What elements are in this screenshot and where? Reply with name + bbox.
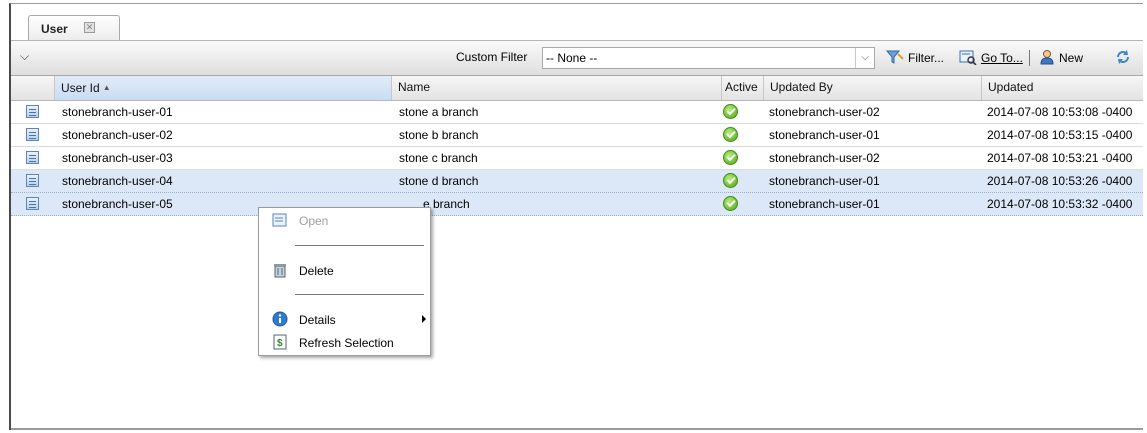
refresh-button[interactable] xyxy=(1115,49,1131,65)
menu-separator xyxy=(295,294,424,295)
cell-updated: 2014-07-08 10:53:15 -0400 xyxy=(987,128,1133,142)
delete-icon xyxy=(272,262,288,278)
menu-item-details-label: Details xyxy=(299,313,336,327)
menu-item-refresh-selection-label: Refresh Selection xyxy=(299,336,394,350)
menu-item-details[interactable]: Details xyxy=(259,311,430,331)
cell-user-id: stonebranch-user-03 xyxy=(62,151,173,165)
record-icon[interactable] xyxy=(26,197,39,210)
active-check-icon xyxy=(723,104,738,119)
header-active[interactable]: Active xyxy=(722,76,764,100)
info-icon xyxy=(272,311,288,327)
menu-item-delete[interactable]: Delete xyxy=(259,262,430,282)
refresh-selection-icon: $ xyxy=(272,334,288,350)
tab-strip: User ✕ xyxy=(11,4,1143,41)
cell-updated-by: stonebranch-user-02 xyxy=(769,105,880,119)
cell-updated: 2014-07-08 10:53:26 -0400 xyxy=(987,174,1133,188)
cell-name: stone a branch xyxy=(399,105,479,119)
dropdown-arrow-icon[interactable]: ⌵ xyxy=(855,48,874,68)
cell-user-id: stonebranch-user-04 xyxy=(62,174,173,188)
record-icon[interactable] xyxy=(26,105,39,118)
goto-label: Go To... xyxy=(981,51,1023,65)
cell-updated-by: stonebranch-user-01 xyxy=(769,197,880,211)
cell-user-id: stonebranch-user-05 xyxy=(62,197,173,211)
active-check-icon xyxy=(723,127,738,142)
cell-updated: 2014-07-08 10:53:32 -0400 xyxy=(987,197,1133,211)
record-icon[interactable] xyxy=(26,174,39,187)
cell-updated-by: stonebranch-user-01 xyxy=(769,174,880,188)
header-active-label: Active xyxy=(725,80,758,94)
cell-name: stone c branch xyxy=(399,151,478,165)
cell-user-id: stonebranch-user-02 xyxy=(62,128,173,142)
record-icon[interactable] xyxy=(26,128,39,141)
custom-filter-select[interactable]: -- None -- ⌵ xyxy=(542,47,875,69)
user-add-icon xyxy=(1040,50,1054,65)
menu-item-refresh-selection[interactable]: $ Refresh Selection xyxy=(259,334,430,354)
context-menu: Open Delete Details $ Refresh Selection xyxy=(258,207,431,356)
table-row[interactable]: stonebranch-user-01 stone a branch stonebr… xyxy=(11,101,1143,124)
active-check-icon xyxy=(723,150,738,165)
menu-separator xyxy=(295,245,424,246)
record-icon[interactable] xyxy=(26,151,39,164)
menu-item-open-label: Open xyxy=(299,214,329,228)
filter-label: Filter... xyxy=(908,51,945,65)
tab-user[interactable]: User ✕ xyxy=(28,15,120,40)
cell-updated-by: stonebranch-user-02 xyxy=(769,151,880,165)
table-row[interactable]: stonebranch-user-04 stone d branch stonebr… xyxy=(11,170,1143,193)
cell-updated-by: stonebranch-user-01 xyxy=(769,128,880,142)
table-row[interactable]: stonebranch-user-03 stone c branch stonebr… xyxy=(11,147,1143,170)
tab-user-label: User xyxy=(41,22,68,36)
toolbar: ⌵ Custom Filter -- None -- ⌵ Filter... G… xyxy=(11,41,1143,76)
new-button[interactable]: New xyxy=(1039,49,1083,65)
panel-bottom-border xyxy=(11,428,1143,430)
refresh-icon xyxy=(1117,50,1129,64)
svg-text:$: $ xyxy=(277,338,283,349)
close-icon[interactable]: ✕ xyxy=(84,22,95,33)
submenu-arrow-icon xyxy=(422,315,426,323)
header-updated-by-label: Updated By xyxy=(770,80,833,94)
filter-icon xyxy=(886,50,904,64)
menu-item-open[interactable]: Open xyxy=(259,212,430,232)
filter-button[interactable]: Filter... xyxy=(886,49,944,65)
cell-user-id: stonebranch-user-01 xyxy=(62,105,173,119)
cell-updated: 2014-07-08 10:53:08 -0400 xyxy=(987,105,1133,119)
active-check-icon xyxy=(723,173,738,188)
table-row[interactable]: stonebranch-user-02 stone b branch stonebr… xyxy=(11,124,1143,147)
goto-button[interactable]: Go To... xyxy=(959,49,1023,65)
header-icon-column xyxy=(11,76,55,100)
table-row[interactable]: stonebranch-user-05 e branch stonebranch-u… xyxy=(11,193,1143,216)
cell-name: stone b branch xyxy=(399,128,479,142)
menu-item-delete-label: Delete xyxy=(299,264,334,278)
cell-updated: 2014-07-08 10:53:21 -0400 xyxy=(987,151,1133,165)
new-label: New xyxy=(1059,51,1084,65)
goto-icon xyxy=(959,50,977,65)
toolbar-separator xyxy=(1029,50,1030,66)
header-user-id-label: User Id xyxy=(61,81,100,95)
header-user-id[interactable]: User Id ▲ xyxy=(55,76,392,100)
header-updated-by[interactable]: Updated By xyxy=(764,76,982,100)
custom-filter-value: -- None -- xyxy=(546,51,598,65)
header-name[interactable]: Name xyxy=(392,76,722,100)
active-check-icon xyxy=(723,196,738,211)
custom-filter-label: Custom Filter xyxy=(456,50,528,64)
table-header: User Id ▲ Name Active Updated By Updated xyxy=(11,76,1143,101)
header-updated-label: Updated xyxy=(988,80,1034,94)
sort-ascending-icon: ▲ xyxy=(102,83,111,92)
header-updated[interactable]: Updated xyxy=(982,76,1145,100)
cell-name: stone d branch xyxy=(399,174,479,188)
chevron-down-icon[interactable]: ⌵ xyxy=(20,49,29,64)
user-list-panel: User ✕ ⌵ Custom Filter -- None -- ⌵ Filt… xyxy=(9,3,1143,430)
open-icon xyxy=(272,212,288,228)
header-name-label: Name xyxy=(398,80,431,94)
